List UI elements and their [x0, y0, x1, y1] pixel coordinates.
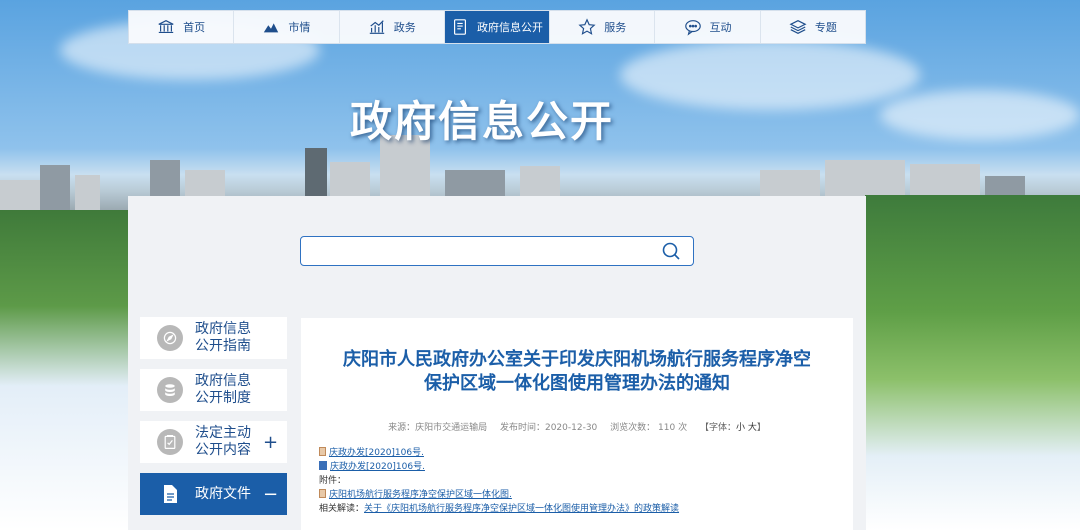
nav-info-disclosure-label: 政府信息公开 [476, 21, 543, 34]
sidebar-item-guide[interactable]: 政府信息 公开指南 [140, 317, 287, 359]
article-published: 发布时间：2020-12-30 [499, 423, 598, 433]
word-file-icon [319, 461, 327, 470]
collapse-icon[interactable]: − [263, 484, 278, 505]
sidebar-item-system[interactable]: 政府信息 公开制度 [140, 369, 287, 411]
related-label: 相关解读： [319, 504, 365, 514]
search-box [300, 236, 694, 266]
nav-service[interactable]: 服务 [550, 11, 656, 43]
article-meta: 来源：庆阳市交通运输局 发布时间：2020-12-30 浏览次数： 110 次 … [301, 420, 853, 433]
pdf-file-icon [319, 489, 326, 498]
article-source: 来源：庆阳市交通运输局 [388, 423, 488, 433]
doc-link-2[interactable]: 庆政办发[2020]106号. [330, 462, 425, 472]
font-size-control: 【字体：小 大】 [699, 423, 766, 433]
file-icon [157, 481, 183, 507]
nav-city-label: 市情 [288, 21, 311, 34]
layers-icon [789, 20, 807, 34]
sidebar-item-gov-documents[interactable]: 政府文件 − [140, 473, 287, 515]
nav-interaction-label: 互动 [709, 21, 732, 34]
banner-title: 政府信息公开 [350, 97, 615, 146]
search-input[interactable] [301, 237, 641, 265]
database-icon [157, 377, 183, 403]
font-small-button[interactable]: 小 [736, 423, 745, 433]
nav-affairs-label: 政务 [393, 21, 416, 34]
clipboard-icon [157, 429, 183, 455]
sidebar-item-label: 法定主动 公开内容 [195, 425, 251, 458]
article-title: 庆阳市人民政府办公室关于印发庆阳机场航行服务程序净空 保护区域一体化图使用管理办… [343, 349, 811, 394]
compass-icon [157, 325, 183, 351]
nav-service-label: 服务 [604, 21, 627, 34]
search-icon[interactable] [661, 241, 681, 261]
nav-info-disclosure[interactable]: 政府信息公开 [444, 11, 551, 43]
article-content: 庆阳市人民政府办公室关于印发庆阳机场航行服务程序净空 保护区域一体化图使用管理办… [301, 318, 853, 530]
chat-icon [684, 20, 701, 36]
doc-link-1[interactable]: 庆政办发[2020]106号. [329, 448, 424, 458]
bank-icon [158, 20, 174, 33]
attachment-link[interactable]: 庆阳机场航行服务程序净空保护区域一体化图. [329, 490, 512, 500]
main-panel: 政府信息 公开指南 政府信息 公开制度 法定主动 公开内容 + 政府文件 − 庆阳市人… [128, 196, 866, 530]
sidebar-item-label: 政府信息 公开制度 [195, 373, 251, 406]
document-icon [453, 19, 466, 35]
mountain-icon [264, 23, 279, 33]
nav-topics-label: 专题 [814, 21, 837, 34]
nav-topics[interactable]: 专题 [761, 11, 865, 43]
expand-icon[interactable]: + [263, 432, 278, 453]
star-icon [578, 18, 596, 35]
chart-icon [369, 20, 384, 34]
top-nav: 首页 市情 政务 政府信息公开 服务 互动 专题 [128, 10, 866, 44]
font-large-button[interactable]: 大 [748, 423, 757, 433]
nav-city[interactable]: 市情 [234, 11, 340, 43]
nav-affairs[interactable]: 政务 [340, 11, 445, 43]
related-link[interactable]: 关于《庆阳机场航行服务程序净空保护区域一体化图使用管理办法》的政策解读 [364, 504, 679, 514]
sidebar-item-label: 政府文件 [195, 485, 251, 502]
nav-home[interactable]: 首页 [129, 11, 235, 43]
sidebar-item-label: 政府信息 公开指南 [195, 321, 251, 354]
pdf-file-icon [319, 447, 326, 456]
document-links: 庆政办发[2020]106号. 庆政办发[2020]106号. 附件： 庆阳机场… [319, 446, 679, 516]
sidebar-item-statutory[interactable]: 法定主动 公开内容 + [140, 421, 287, 463]
nav-interaction[interactable]: 互动 [655, 11, 761, 43]
attachment-label: 附件： [319, 476, 347, 486]
article-views: 浏览次数： 110 次 [610, 423, 688, 433]
nav-home-label: 首页 [183, 21, 206, 34]
